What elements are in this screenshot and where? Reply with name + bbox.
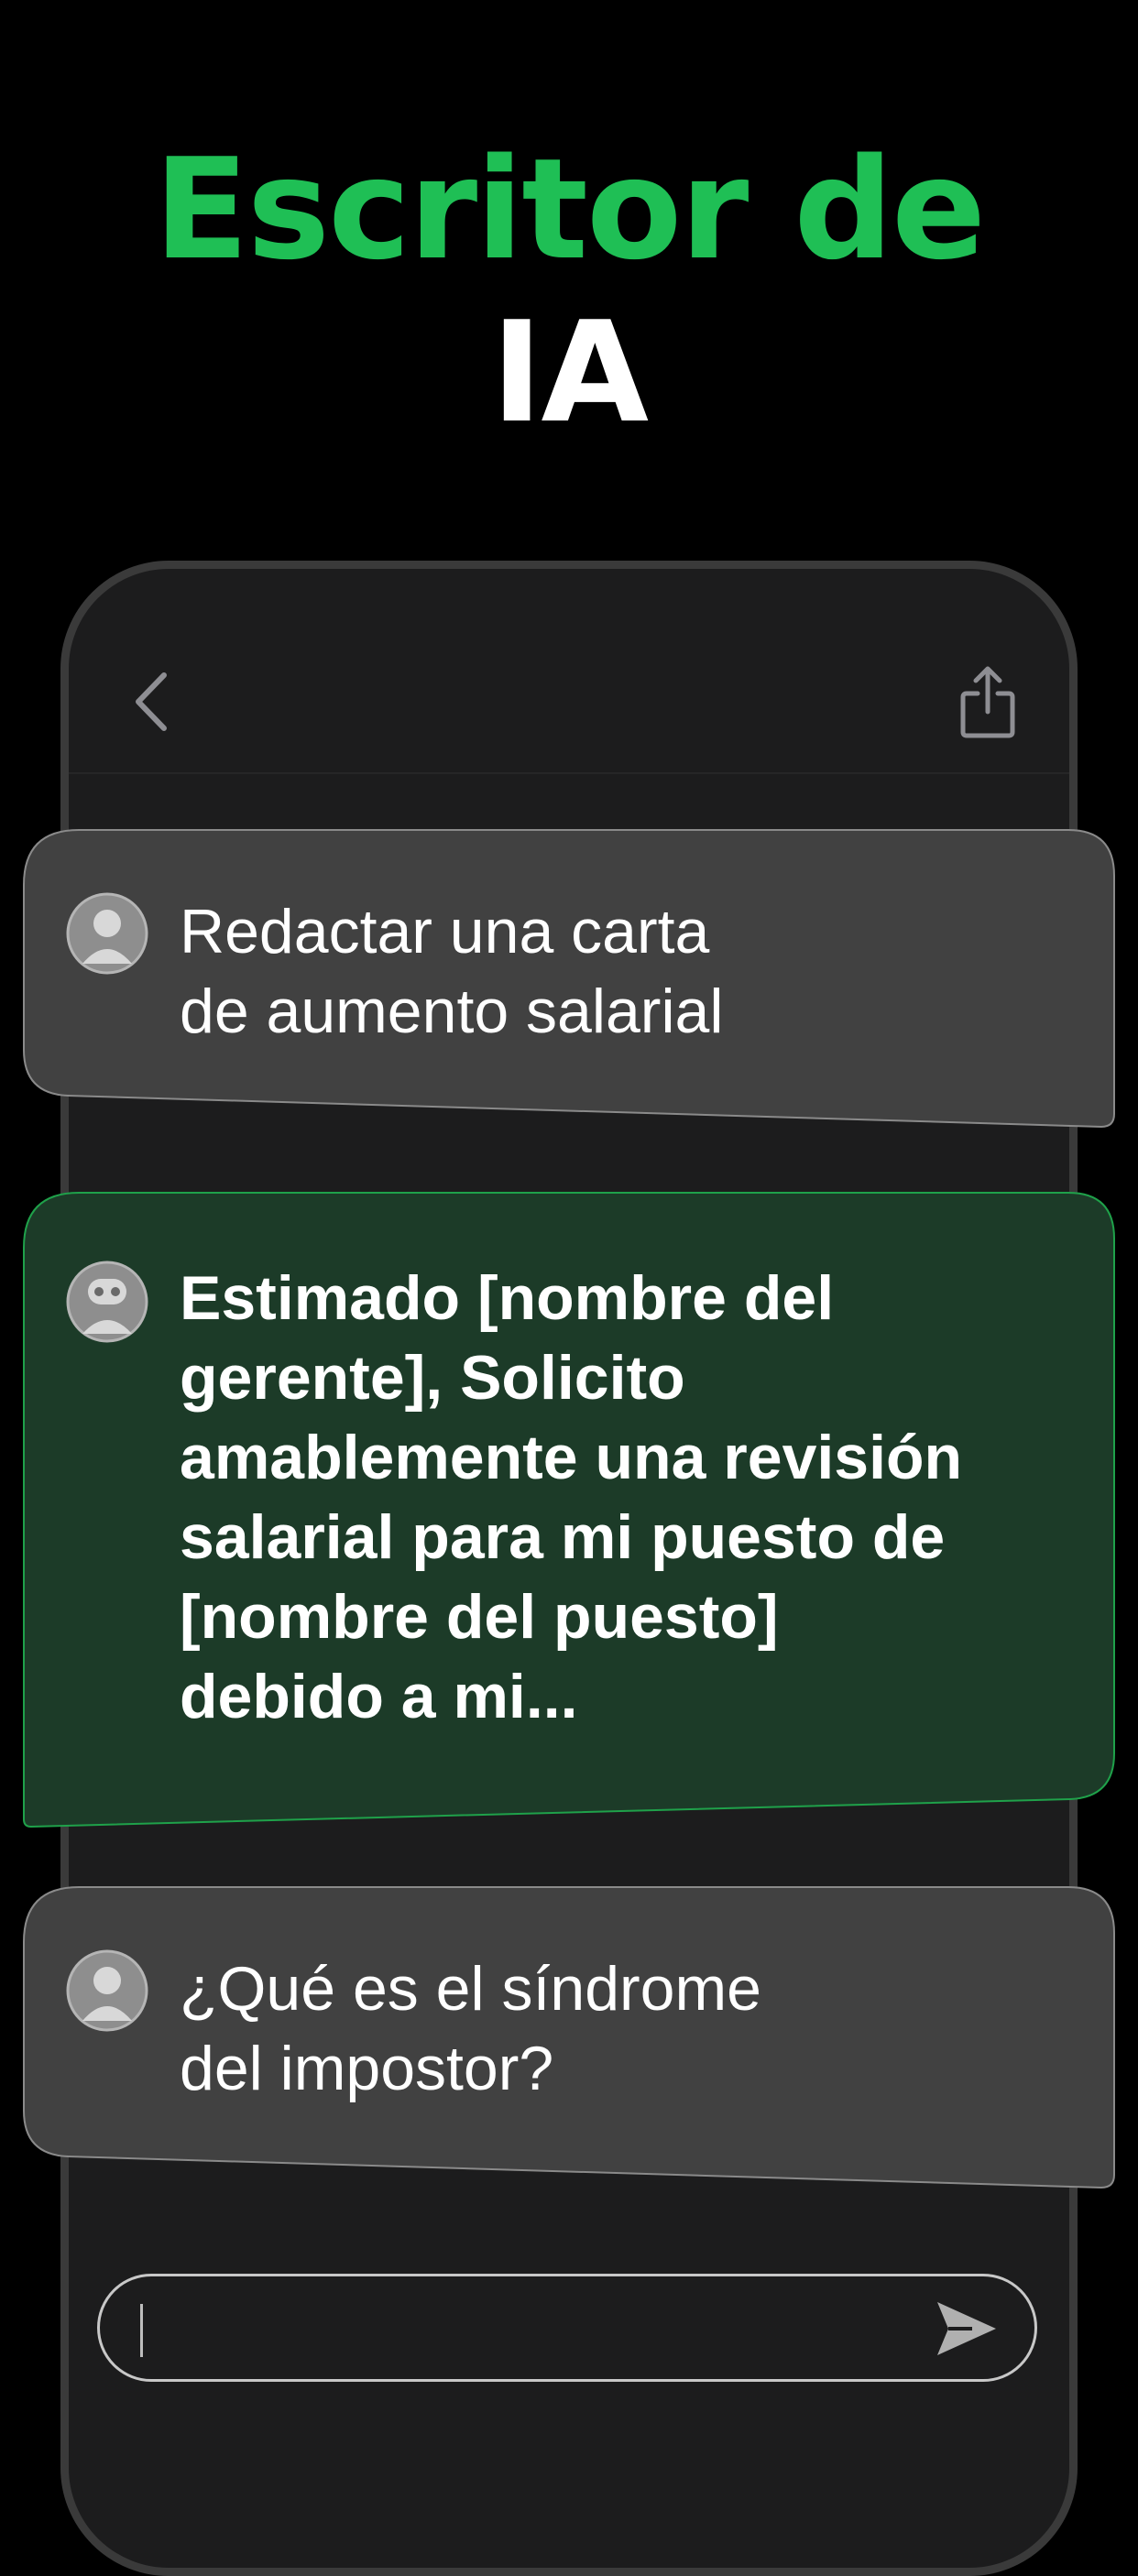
message-text: Redactar una carta de aumento salarial — [180, 892, 1078, 1052]
message-user-1: Redactar una carta de aumento salarial — [22, 828, 1116, 1130]
text-caret — [140, 2304, 143, 2357]
message-input[interactable] — [97, 2274, 1037, 2382]
chat-header — [69, 569, 1069, 774]
message-line: gerente], Solicito — [180, 1343, 685, 1413]
share-icon[interactable] — [959, 664, 1016, 739]
hero-title-line-2: IA — [490, 291, 649, 453]
message-line: amablemente una revisión — [180, 1423, 963, 1492]
message-text: ¿Qué es el síndrome del impostor? — [180, 1949, 1078, 2109]
hero-title-line-1: Escritor de — [153, 128, 986, 290]
message-text: Estimado [nombre del gerente], Solicito … — [180, 1259, 1078, 1737]
message-line: Estimado [nombre del — [180, 1263, 835, 1333]
chevron-left-icon[interactable] — [129, 670, 175, 734]
user-avatar-icon — [66, 892, 148, 975]
message-line: Redactar una carta — [180, 897, 710, 966]
message-assistant-1: Estimado [nombre del gerente], Solicito … — [22, 1191, 1116, 1828]
hero-title: Escritor de IA — [0, 128, 1138, 454]
message-line: del impostor? — [180, 2034, 554, 2103]
message-line: [nombre del puesto] — [180, 1582, 779, 1652]
message-user-2: ¿Qué es el síndrome del impostor? — [22, 1885, 1116, 2191]
user-avatar-icon — [66, 1949, 148, 2032]
send-icon[interactable] — [936, 2300, 998, 2357]
message-line: de aumento salarial — [180, 977, 724, 1046]
robot-avatar-icon — [66, 1261, 148, 1343]
message-line: ¿Qué es el síndrome — [180, 1954, 761, 2024]
message-line: debido a mi... — [180, 1662, 578, 1731]
message-line: salarial para mi puesto de — [180, 1502, 946, 1572]
